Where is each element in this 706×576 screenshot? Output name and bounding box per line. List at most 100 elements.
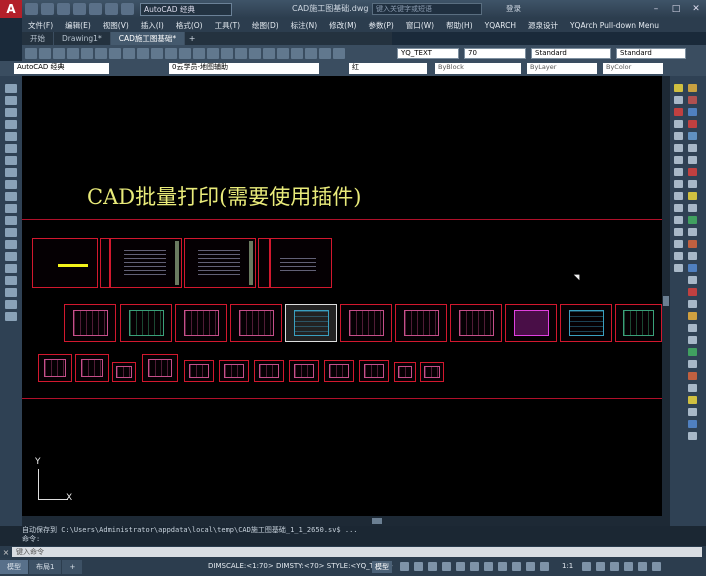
gradient-icon[interactable] (5, 264, 17, 273)
print-icon[interactable] (89, 3, 102, 15)
horizontal-scrollbar[interactable] (22, 516, 662, 526)
menu-dimension[interactable]: 标注(N) (285, 20, 323, 31)
sheet-elevation[interactable] (289, 360, 319, 382)
mirror-icon[interactable] (674, 108, 683, 116)
zoom-previous-icon[interactable] (235, 47, 247, 59)
sheet-set-icon[interactable] (291, 47, 303, 59)
layer-combo[interactable]: 0云学员-地图辅助 (169, 63, 319, 74)
publish-icon[interactable] (95, 47, 107, 59)
plot-icon[interactable] (67, 47, 79, 59)
clean-screen-icon[interactable] (638, 562, 647, 571)
vertical-scrollbar[interactable] (662, 76, 670, 526)
sheet-plan[interactable] (505, 304, 557, 342)
save-icon[interactable] (57, 3, 70, 15)
ellipse-icon[interactable] (5, 192, 17, 201)
sheet-plan[interactable] (340, 304, 392, 342)
menu-parametric[interactable]: 参数(P) (362, 20, 399, 31)
sheet-plan[interactable] (395, 304, 447, 342)
paste-icon[interactable] (137, 47, 149, 59)
menu-insert[interactable]: 插入(I) (135, 20, 170, 31)
yq-tool-icon[interactable] (688, 204, 697, 212)
break-icon[interactable] (674, 216, 683, 224)
sheet-elevation[interactable] (420, 362, 444, 382)
stretch-icon[interactable] (674, 180, 683, 188)
menu-view[interactable]: 视图(V) (97, 20, 135, 31)
sheet-strip[interactable] (258, 238, 270, 288)
tab-cad-construction[interactable]: CAD施工图基础* (110, 32, 186, 45)
menu-window[interactable]: 窗口(W) (400, 20, 440, 31)
save-as-icon[interactable] (73, 3, 86, 15)
lineweight-combo[interactable]: ByLayer (527, 63, 597, 74)
match-properties-icon[interactable] (151, 47, 163, 59)
insert-block-icon[interactable] (5, 216, 17, 225)
help-icon[interactable] (333, 47, 345, 59)
menu-yuanquan-design[interactable]: 源泉设计 (522, 20, 564, 31)
sheet-elevation[interactable] (324, 360, 354, 382)
extend-icon[interactable] (674, 204, 683, 212)
sheet-elevation[interactable] (394, 362, 416, 382)
multileader-style-combo[interactable]: Standard (616, 47, 686, 59)
menu-tools[interactable]: 工具(T) (209, 20, 246, 31)
polar-icon[interactable] (442, 562, 451, 571)
sheet-plan[interactable] (230, 304, 282, 342)
sheet-elevation[interactable] (184, 360, 214, 382)
polyline-icon[interactable] (5, 108, 17, 117)
sheet-elevation[interactable] (219, 360, 249, 382)
lock-icon[interactable] (596, 562, 605, 571)
yq-tool-icon[interactable] (688, 144, 697, 152)
horizontal-scroll-thumb[interactable] (372, 518, 382, 524)
text-icon[interactable] (5, 300, 17, 309)
ellipse-arc-icon[interactable] (5, 204, 17, 213)
sheet-plan-selected[interactable] (285, 304, 337, 342)
scale-icon[interactable] (674, 168, 683, 176)
annotation-scale[interactable]: 1:1 (562, 562, 573, 570)
open-file-icon[interactable] (41, 3, 54, 15)
sheet-materials[interactable] (270, 238, 332, 288)
sheet-elevation[interactable] (38, 354, 72, 382)
erase-icon[interactable] (674, 84, 683, 92)
sheet-plan[interactable] (615, 304, 662, 342)
command-input[interactable]: 键入命令 (12, 547, 702, 557)
yq-tool-icon[interactable] (688, 312, 697, 320)
circle-icon[interactable] (5, 156, 17, 165)
table-style-combo[interactable]: Standard (531, 47, 611, 59)
close-window-icon[interactable]: ✕ (686, 2, 706, 16)
construction-line-icon[interactable] (5, 96, 17, 105)
yq-tool-icon[interactable] (688, 108, 697, 116)
add-tab-icon[interactable]: + (185, 32, 199, 45)
sheet-elevation[interactable] (75, 354, 109, 382)
lineweight-icon[interactable] (484, 562, 493, 571)
sheet-plan[interactable] (64, 304, 116, 342)
sheet-strip[interactable] (100, 238, 110, 288)
sheet-cover[interactable] (32, 238, 98, 288)
yq-tool-icon[interactable] (688, 336, 697, 344)
snap-icon[interactable] (414, 562, 423, 571)
offset-icon[interactable] (674, 120, 683, 128)
minimize-icon[interactable]: – (646, 2, 666, 16)
transparency-icon[interactable] (498, 562, 507, 571)
hatch-icon[interactable] (5, 252, 17, 261)
vertical-scroll-thumb[interactable] (663, 296, 669, 306)
yq-tool-icon[interactable] (688, 180, 697, 188)
isolate-icon[interactable] (610, 562, 619, 571)
line-icon[interactable] (5, 84, 17, 93)
menu-modify[interactable]: 修改(M) (323, 20, 362, 31)
revcloud-icon[interactable] (5, 168, 17, 177)
customization-icon[interactable] (652, 562, 661, 571)
cut-icon[interactable] (109, 47, 121, 59)
close-command-line-icon[interactable]: × (0, 548, 12, 557)
copy-icon[interactable] (123, 47, 135, 59)
properties-icon[interactable] (249, 47, 261, 59)
tab-start[interactable]: 开始 (22, 32, 54, 45)
sheet-notes[interactable] (184, 238, 256, 288)
yq-tool-icon[interactable] (688, 396, 697, 404)
design-center-icon[interactable] (263, 47, 275, 59)
table-icon[interactable] (5, 288, 17, 297)
move-icon[interactable] (674, 144, 683, 152)
color-combo[interactable]: 红 (349, 63, 427, 74)
redo-icon[interactable] (121, 3, 134, 15)
menu-edit[interactable]: 编辑(E) (59, 20, 97, 31)
tool-palette-icon[interactable] (277, 47, 289, 59)
yq-tool-icon[interactable] (688, 384, 697, 392)
new-file-icon[interactable] (25, 3, 38, 15)
